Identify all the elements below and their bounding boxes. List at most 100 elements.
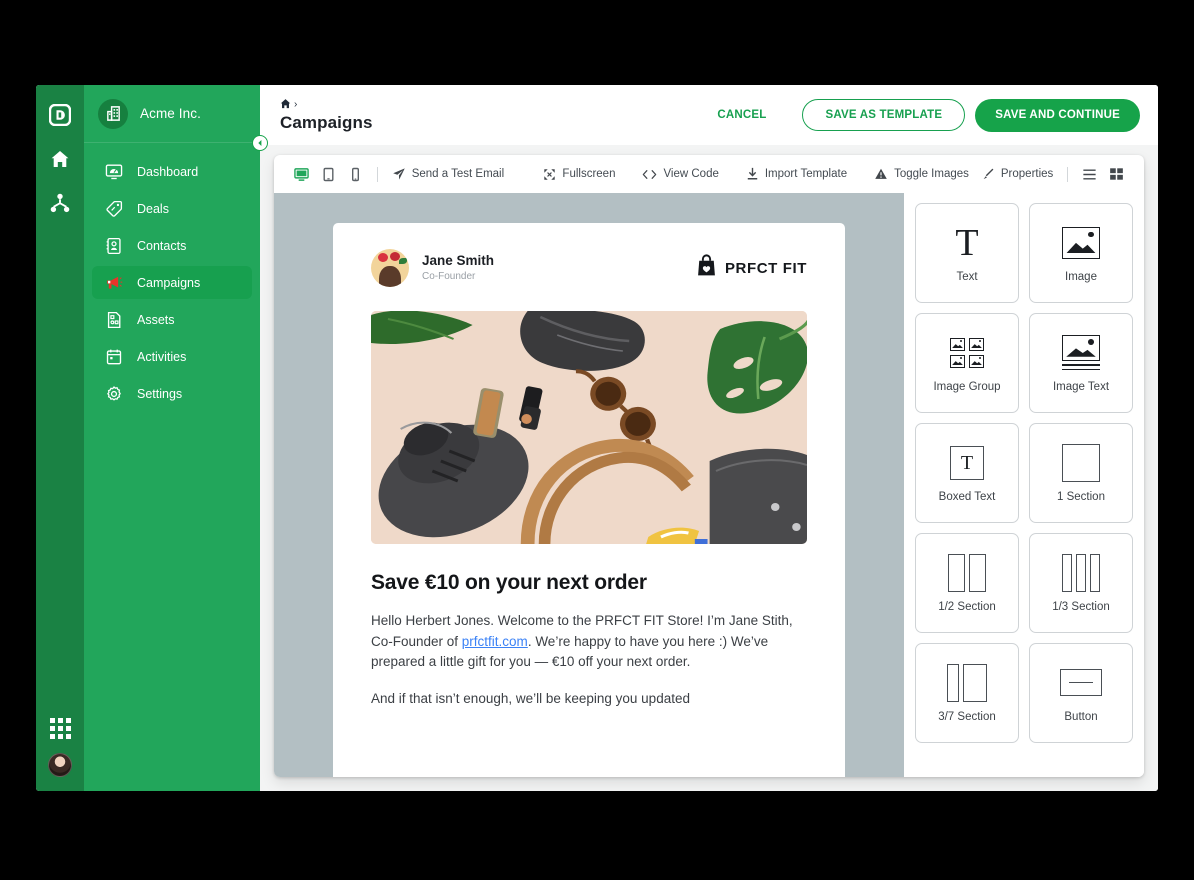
boxed-text-icon: T <box>950 444 984 482</box>
email-paragraph-2[interactable]: And if that isn’t enough, we’ll be keepi… <box>371 689 807 710</box>
email-body-link[interactable]: prfctfit.com <box>462 634 528 649</box>
megaphone-icon <box>104 273 124 293</box>
cancel-button[interactable]: CANCEL <box>707 103 776 127</box>
email-hero-image[interactable] <box>371 311 807 544</box>
view-code-button[interactable]: View Code <box>636 164 724 185</box>
tag-icon <box>104 199 124 219</box>
grid-view-icon[interactable] <box>1103 163 1130 185</box>
save-and-continue-button[interactable]: SAVE AND CONTINUE <box>975 98 1140 132</box>
sidebar-item-activities[interactable]: Activities <box>92 340 252 373</box>
breadcrumb[interactable]: › <box>280 98 707 112</box>
sidebar-item-assets[interactable]: Assets <box>92 303 252 336</box>
device-toggle-group <box>288 163 369 186</box>
block-label: 1 Section <box>1057 490 1105 503</box>
contacts-icon <box>104 236 124 256</box>
block-label: Image <box>1065 270 1097 283</box>
block-image-group[interactable]: Image Group <box>915 313 1019 413</box>
image-group-icon <box>950 334 984 372</box>
sidebar-item-deals[interactable]: Deals <box>92 192 252 225</box>
fullscreen-button[interactable]: Fullscreen <box>537 164 621 185</box>
paper-plane-icon <box>392 167 406 181</box>
home-icon[interactable] <box>46 145 74 173</box>
email-paragraph-1[interactable]: Hello Herbert Jones. Welcome to the PRFC… <box>371 611 807 673</box>
editor-toolbar: Send a Test Email Fullscreen View Code I… <box>274 155 1144 193</box>
mobile-view-icon[interactable] <box>342 163 369 186</box>
button-icon <box>1060 664 1102 702</box>
image-text-icon <box>1062 334 1100 372</box>
block-label: 1/3 Section <box>1052 600 1110 613</box>
dashboard-icon <box>104 162 124 182</box>
send-test-email-button[interactable]: Send a Test Email <box>386 163 510 185</box>
user-avatar[interactable] <box>48 753 72 777</box>
save-as-template-button[interactable]: SAVE AS TEMPLATE <box>802 99 966 131</box>
building-icon <box>98 98 128 129</box>
email-preview-pane[interactable]: Jane Smith Co-Founder PRFCT FIT Save €10… <box>274 193 904 777</box>
org-header[interactable]: Acme Inc. <box>84 85 260 143</box>
sidebar-item-label: Campaigns <box>137 275 201 290</box>
code-brackets-icon <box>642 168 657 181</box>
email-sender: Jane Smith Co-Founder <box>371 249 494 287</box>
app-logo-icon[interactable] <box>46 101 74 129</box>
email-brand: PRFCT FIT <box>696 254 807 282</box>
sidebar-item-dashboard[interactable]: Dashboard <box>92 155 252 188</box>
sidebar-item-settings[interactable]: Settings <box>92 377 252 410</box>
block-label: Button <box>1064 710 1098 723</box>
toolbar-divider <box>377 166 378 182</box>
sidebar: Acme Inc. Dashboard Deals Contacts Campa… <box>84 85 268 791</box>
sidebar-collapse-toggle[interactable] <box>252 135 268 151</box>
block-label: 1/2 Section <box>938 600 996 613</box>
sidebar-item-label: Dashboard <box>137 164 199 179</box>
icon-rail <box>36 85 84 791</box>
sidebar-item-campaigns[interactable]: Campaigns <box>92 266 252 299</box>
email-canvas[interactable]: Jane Smith Co-Founder PRFCT FIT Save €10… <box>333 223 845 777</box>
block-text[interactable]: T Text <box>915 203 1019 303</box>
block-three-seven-section[interactable]: 3/7 Section <box>915 643 1019 743</box>
serif-T-icon: T <box>955 221 979 264</box>
toggle-images-button[interactable]: Toggle Images <box>868 163 975 185</box>
sender-name: Jane Smith <box>422 253 495 269</box>
sidebar-item-label: Assets <box>137 312 175 327</box>
email-headline[interactable]: Save €10 on your next order <box>371 571 807 595</box>
image-triangle-icon <box>874 167 888 181</box>
page-title: Campaigns <box>280 112 373 132</box>
editor-body: Jane Smith Co-Founder PRFCT FIT Save €10… <box>274 193 1144 777</box>
block-image[interactable]: Image <box>1029 203 1133 303</box>
toolbar-label: Toggle Images <box>894 168 969 180</box>
toolbar-label: Properties <box>1000 168 1054 180</box>
brush-icon <box>981 167 995 181</box>
block-half-section[interactable]: 1/2 Section <box>915 533 1019 633</box>
toolbar-divider-2 <box>1067 166 1068 182</box>
app-window: Acme Inc. Dashboard Deals Contacts Campa… <box>36 85 1158 791</box>
tablet-view-icon[interactable] <box>315 163 342 186</box>
desktop-view-icon[interactable] <box>288 163 315 186</box>
block-boxed-text[interactable]: T Boxed Text <box>915 423 1019 523</box>
list-view-icon[interactable] <box>1076 164 1103 185</box>
block-image-text[interactable]: Image Text <box>1029 313 1133 413</box>
apps-grid-icon[interactable] <box>49 718 71 739</box>
rail-bottom-group <box>36 718 84 777</box>
gear-icon <box>104 384 124 404</box>
toolbar-label: Fullscreen <box>562 168 616 180</box>
block-one-section[interactable]: 1 Section <box>1029 423 1133 523</box>
half-section-icon <box>948 553 986 592</box>
shopping-bag-heart-icon <box>696 254 717 282</box>
breadcrumb-separator: › <box>294 99 298 110</box>
toolbar-label: Send a Test Email <box>411 168 505 180</box>
sidebar-item-label: Activities <box>137 349 187 364</box>
topbar: › Campaigns CANCEL SAVE AS TEMPLATE SAVE… <box>260 85 1158 145</box>
block-third-section[interactable]: 1/3 Section <box>1029 533 1133 633</box>
email-header-row: Jane Smith Co-Founder PRFCT FIT <box>371 249 807 287</box>
home-icon[interactable] <box>280 98 291 112</box>
sidebar-nav: Dashboard Deals Contacts Campaigns Asset… <box>84 143 260 410</box>
properties-button[interactable]: Properties <box>975 163 1059 185</box>
image-icon <box>1062 224 1100 262</box>
toolbar-label: View Code <box>663 168 719 180</box>
block-button[interactable]: Button <box>1029 643 1133 743</box>
one-section-icon <box>1062 443 1100 482</box>
sidebar-item-contacts[interactable]: Contacts <box>92 229 252 262</box>
import-template-button[interactable]: Import Template <box>740 163 853 185</box>
block-label: 3/7 Section <box>938 710 996 723</box>
content-area: › Campaigns CANCEL SAVE AS TEMPLATE SAVE… <box>260 85 1158 791</box>
network-icon[interactable] <box>46 189 74 217</box>
title-block: › Campaigns <box>280 98 707 133</box>
